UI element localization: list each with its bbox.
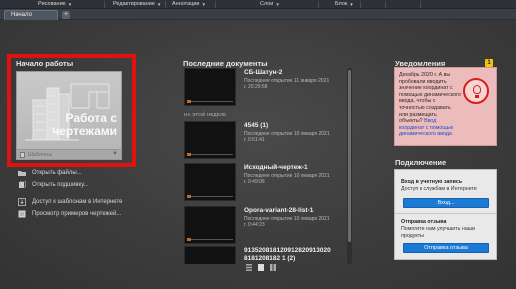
recent-doc[interactable]: Исходный-чертеж-1 Последнее открытие 10 … [184,163,334,203]
doc-meta: г. 0:44:23 [244,222,265,228]
signin-button[interactable]: Вход... [403,198,489,208]
recent-docs-scroll-thumb[interactable] [348,70,351,242]
doc-name: Opora-variant-28-list-1 [244,207,314,214]
chevron-down-icon: ▼ [156,1,162,7]
recent-docs-heading: Последние документы [183,59,268,68]
connect-heading: Подключение [395,158,447,167]
doc-meta: г. 0:51:41 [244,137,265,143]
open-sheet-set-link[interactable]: Открыть подшивку... [18,181,89,189]
notification-count-badge: 1 [485,59,493,67]
feedback-title: Отправка отзыва [401,219,447,225]
doc-name: Исходный-чертеж-1 [244,164,308,171]
panel-layers-label: Слои [260,1,274,7]
feedback-button[interactable]: Отправка отзыва [403,243,489,253]
signin-text: Доступ к службам в Интернете [401,186,477,192]
chevron-down-icon: ▼ [275,1,280,7]
feedback-text: Помогите нам улучшить наши продукты [401,226,475,239]
doc-thumbnail [184,246,236,264]
recent-doc[interactable]: СБ-Шатун-2 Последнее открытие 11 января … [184,68,334,108]
template-download-icon [18,198,26,206]
doc-name: 913520818120912820913020 8181208182 1 (2… [244,247,331,262]
chevron-down-icon: ▼ [201,1,206,7]
notification-body: Декабрь 2020 г. А вы пробовали вводить з… [399,72,461,125]
panel-annotation[interactable]: Аннотации ▼ [172,1,206,7]
doc-name: СБ-Шатун-2 [244,69,283,76]
doc-thumbnail [184,121,236,159]
open-files-label: Открыть файлы... [32,170,82,176]
lightbulb-icon [463,78,489,104]
doc-name: 4545 (1) [244,122,269,129]
signin-title: Вход в учетную запись [401,179,463,185]
recent-doc[interactable]: 4545 (1) Последнее открытие 10 января 20… [184,121,334,161]
online-templates-label: Доступ к шаблонам в Интернете [32,199,123,205]
ribbon-panel-bar: Рисование ▼ Редактирование ▼ Аннотации ▼ Сл… [0,0,516,9]
file-tab-bar: Начало + [0,9,516,20]
thumbnail-view-icon[interactable] [258,264,264,271]
panel-modify[interactable]: Редактирование ▼ [113,1,161,7]
recent-doc[interactable]: Opora-variant-28-list-1 Последнее открыт… [184,206,334,246]
open-sheet-set-label: Открыть подшивку... [32,182,89,188]
panel-layers[interactable]: Слои ▼ [260,1,280,7]
panel-drawing-label: Рисование [38,1,66,7]
list-view-icon[interactable] [246,264,252,271]
doc-thumbnail [184,163,236,201]
doc-thumbnail [184,206,236,244]
panel-block[interactable]: Блок ▼ [335,1,354,7]
doc-thumbnail [184,68,236,106]
panel-separator [165,1,166,8]
panel-separator [104,1,105,8]
sample-drawings-label: Просмотр примеров чертежей... [32,211,122,217]
recent-doc[interactable]: 913520818120912820913020 8181208182 1 (2… [184,246,334,264]
connect-card: Вход в учетную запись Доступ к службам в… [394,169,497,260]
panel-modify-label: Редактирование [113,1,155,7]
sheet-set-icon [19,181,26,188]
panel-separator [215,1,216,8]
panel-separator [318,1,319,8]
highlight-frame [7,54,136,167]
week-group-label: НА ЭТОЙ НЕДЕЛЕ [184,112,227,117]
doc-meta: г. 0:49:06 [244,179,265,185]
panel-drawing[interactable]: Рисование ▼ [38,1,72,7]
new-tab-button[interactable]: + [62,11,70,19]
tab-start[interactable]: Начало [4,10,58,20]
open-files-link[interactable]: Открыть файлы... [18,169,82,177]
panel-separator [360,1,361,8]
doc-meta: г. 20:29:58 [244,84,268,90]
chevron-down-icon: ▼ [67,1,73,7]
sample-drawings-icon [18,210,26,218]
panel-separator [385,1,386,8]
folder-icon [18,171,26,176]
sample-drawings-link[interactable]: Просмотр примеров чертежей... [18,210,121,218]
panel-annotation-label: Аннотации [172,1,200,7]
view-mode-switcher [246,264,276,271]
notification-card: Декабрь 2020 г. А вы пробовали вводить з… [394,67,497,146]
divider [395,213,496,214]
online-templates-link[interactable]: Доступ к шаблонам в Интернете [18,198,122,206]
panel-block-label: Блок [335,1,348,7]
notification-text: Декабрь 2020 г. А вы пробовали вводить з… [399,72,461,138]
detail-view-icon[interactable] [270,264,276,271]
chevron-down-icon: ▼ [349,1,354,7]
panel-separator [420,1,421,8]
